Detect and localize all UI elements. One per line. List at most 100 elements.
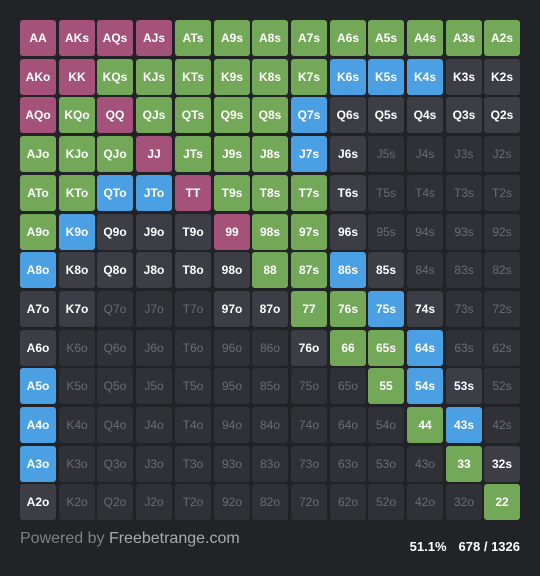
hand-cell-87o[interactable]: 87o xyxy=(252,291,288,327)
brand-link[interactable]: Freebetrange.com xyxy=(109,530,240,547)
hand-cell-k3o[interactable]: K3o xyxy=(59,446,95,482)
hand-cell-q7o[interactable]: Q7o xyxy=(97,291,133,327)
hand-cell-k8s[interactable]: K8s xyxy=(252,59,288,95)
hand-cell-ako[interactable]: AKo xyxy=(20,59,56,95)
hand-cell-kto[interactable]: KTo xyxy=(59,175,95,211)
hand-cell-k9s[interactable]: K9s xyxy=(214,59,250,95)
hand-cell-ajo[interactable]: AJo xyxy=(20,136,56,172)
hand-cell-92s[interactable]: 92s xyxy=(484,214,520,250)
hand-cell-a2o[interactable]: A2o xyxy=(20,484,56,520)
hand-cell-76o[interactable]: 76o xyxy=(291,330,327,366)
hand-cell-42o[interactable]: 42o xyxy=(407,484,443,520)
hand-cell-aks[interactable]: AKs xyxy=(59,20,95,56)
hand-cell-jj[interactable]: JJ xyxy=(136,136,172,172)
hand-cell-j8s[interactable]: J8s xyxy=(252,136,288,172)
hand-cell-84s[interactable]: 84s xyxy=(407,252,443,288)
hand-cell-j7o[interactable]: J7o xyxy=(136,291,172,327)
hand-cell-76s[interactable]: 76s xyxy=(330,291,366,327)
hand-cell-kts[interactable]: KTs xyxy=(175,59,211,95)
hand-cell-53o[interactable]: 53o xyxy=(368,446,404,482)
hand-cell-92o[interactable]: 92o xyxy=(214,484,250,520)
hand-cell-83s[interactable]: 83s xyxy=(446,252,482,288)
hand-cell-j2s[interactable]: J2s xyxy=(484,136,520,172)
hand-cell-t5o[interactable]: T5o xyxy=(175,368,211,404)
hand-cell-a5o[interactable]: A5o xyxy=(20,368,56,404)
hand-cell-ats[interactable]: ATs xyxy=(175,20,211,56)
hand-cell-t2o[interactable]: T2o xyxy=(175,484,211,520)
hand-cell-32s[interactable]: 32s xyxy=(484,446,520,482)
hand-cell-a6s[interactable]: A6s xyxy=(330,20,366,56)
hand-cell-a4o[interactable]: A4o xyxy=(20,407,56,443)
hand-cell-j5s[interactable]: J5s xyxy=(368,136,404,172)
hand-cell-t5s[interactable]: T5s xyxy=(368,175,404,211)
hand-cell-82s[interactable]: 82s xyxy=(484,252,520,288)
hand-cell-q3o[interactable]: Q3o xyxy=(97,446,133,482)
hand-cell-q4o[interactable]: Q4o xyxy=(97,407,133,443)
hand-cell-t8s[interactable]: T8s xyxy=(252,175,288,211)
hand-cell-a7o[interactable]: A7o xyxy=(20,291,56,327)
hand-cell-qjo[interactable]: QJo xyxy=(97,136,133,172)
hand-cell-aa[interactable]: AA xyxy=(20,20,56,56)
hand-cell-ato[interactable]: ATo xyxy=(20,175,56,211)
hand-cell-32o[interactable]: 32o xyxy=(446,484,482,520)
hand-cell-tt[interactable]: TT xyxy=(175,175,211,211)
hand-cell-85s[interactable]: 85s xyxy=(368,252,404,288)
hand-cell-74o[interactable]: 74o xyxy=(291,407,327,443)
hand-cell-k4o[interactable]: K4o xyxy=(59,407,95,443)
hand-cell-t4o[interactable]: T4o xyxy=(175,407,211,443)
hand-cell-j5o[interactable]: J5o xyxy=(136,368,172,404)
hand-cell-95o[interactable]: 95o xyxy=(214,368,250,404)
hand-cell-j9s[interactable]: J9s xyxy=(214,136,250,172)
hand-cell-q4s[interactable]: Q4s xyxy=(407,97,443,133)
hand-cell-a3s[interactable]: A3s xyxy=(446,20,482,56)
hand-cell-65s[interactable]: 65s xyxy=(368,330,404,366)
hand-cell-72s[interactable]: 72s xyxy=(484,291,520,327)
hand-cell-t9s[interactable]: T9s xyxy=(214,175,250,211)
hand-cell-qjs[interactable]: QJs xyxy=(136,97,172,133)
hand-cell-94s[interactable]: 94s xyxy=(407,214,443,250)
hand-cell-74s[interactable]: 74s xyxy=(407,291,443,327)
hand-cell-52o[interactable]: 52o xyxy=(368,484,404,520)
hand-cell-qto[interactable]: QTo xyxy=(97,175,133,211)
hand-cell-98s[interactable]: 98s xyxy=(252,214,288,250)
hand-cell-64o[interactable]: 64o xyxy=(330,407,366,443)
hand-cell-42s[interactable]: 42s xyxy=(484,407,520,443)
hand-cell-73o[interactable]: 73o xyxy=(291,446,327,482)
hand-cell-44[interactable]: 44 xyxy=(407,407,443,443)
hand-cell-53s[interactable]: 53s xyxy=(446,368,482,404)
hand-cell-93s[interactable]: 93s xyxy=(446,214,482,250)
hand-cell-q6s[interactable]: Q6s xyxy=(330,97,366,133)
hand-cell-j2o[interactable]: J2o xyxy=(136,484,172,520)
hand-cell-j3o[interactable]: J3o xyxy=(136,446,172,482)
hand-cell-a4s[interactable]: A4s xyxy=(407,20,443,56)
hand-cell-k6o[interactable]: K6o xyxy=(59,330,95,366)
hand-cell-62o[interactable]: 62o xyxy=(330,484,366,520)
hand-cell-a5s[interactable]: A5s xyxy=(368,20,404,56)
hand-cell-54s[interactable]: 54s xyxy=(407,368,443,404)
hand-cell-a7s[interactable]: A7s xyxy=(291,20,327,56)
hand-cell-a3o[interactable]: A3o xyxy=(20,446,56,482)
hand-cell-63s[interactable]: 63s xyxy=(446,330,482,366)
hand-cell-a9s[interactable]: A9s xyxy=(214,20,250,56)
hand-cell-j9o[interactable]: J9o xyxy=(136,214,172,250)
hand-cell-kqs[interactable]: KQs xyxy=(97,59,133,95)
hand-cell-86s[interactable]: 86s xyxy=(330,252,366,288)
hand-cell-q7s[interactable]: Q7s xyxy=(291,97,327,133)
hand-cell-kjo[interactable]: KJo xyxy=(59,136,95,172)
hand-cell-q2o[interactable]: Q2o xyxy=(97,484,133,520)
hand-cell-qq[interactable]: QQ xyxy=(97,97,133,133)
hand-cell-77[interactable]: 77 xyxy=(291,291,327,327)
hand-cell-q6o[interactable]: Q6o xyxy=(97,330,133,366)
hand-cell-q5o[interactable]: Q5o xyxy=(97,368,133,404)
hand-cell-jto[interactable]: JTo xyxy=(136,175,172,211)
hand-cell-62s[interactable]: 62s xyxy=(484,330,520,366)
hand-cell-q8s[interactable]: Q8s xyxy=(252,97,288,133)
hand-cell-q2s[interactable]: Q2s xyxy=(484,97,520,133)
hand-cell-ajs[interactable]: AJs xyxy=(136,20,172,56)
hand-cell-a8o[interactable]: A8o xyxy=(20,252,56,288)
hand-cell-j7s[interactable]: J7s xyxy=(291,136,327,172)
hand-cell-94o[interactable]: 94o xyxy=(214,407,250,443)
hand-cell-k2o[interactable]: K2o xyxy=(59,484,95,520)
hand-cell-82o[interactable]: 82o xyxy=(252,484,288,520)
hand-cell-t6o[interactable]: T6o xyxy=(175,330,211,366)
